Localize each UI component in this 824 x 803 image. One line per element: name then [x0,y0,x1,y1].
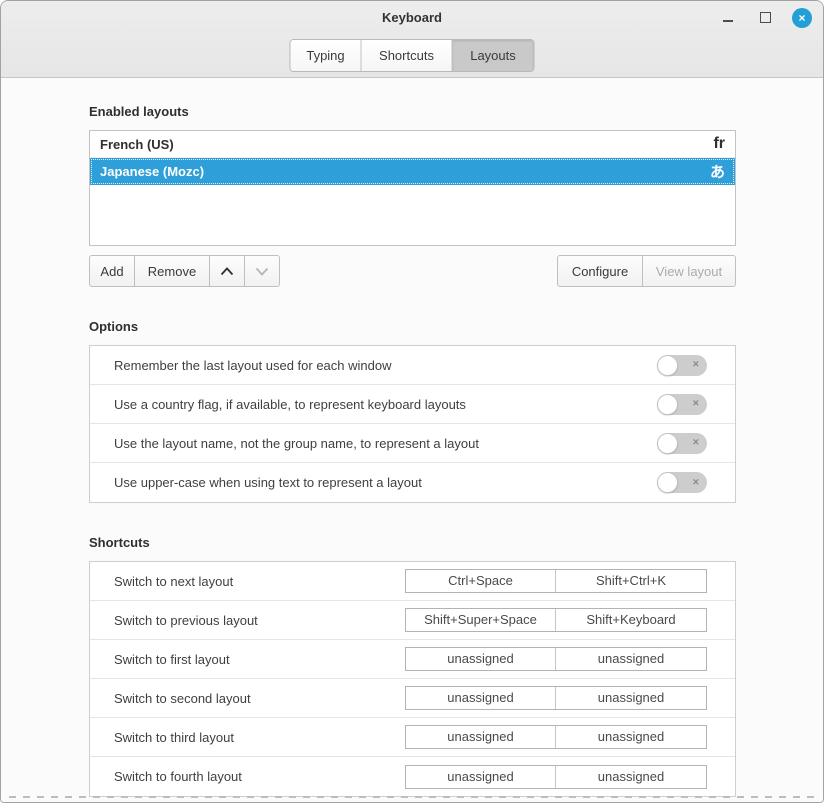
keybinding-button-2[interactable]: unassigned [556,726,706,748]
option-row-upper-case: Use upper-case when using text to repres… [90,463,735,502]
keybinding-group: unassigned unassigned [405,647,707,671]
shortcut-row-second-layout: Switch to second layout unassigned unass… [90,679,735,718]
toggle-knob [657,394,678,415]
tab-typing[interactable]: Typing [291,40,362,71]
country-flag-toggle[interactable]: × [657,394,707,415]
tab-layouts[interactable]: Layouts [453,40,534,71]
keybinding-button-2[interactable]: unassigned [556,648,706,670]
options-heading: Options [89,319,736,334]
keybinding-button-1[interactable]: unassigned [406,687,556,709]
maximize-icon [760,12,771,23]
tab-shortcuts[interactable]: Shortcuts [362,40,453,71]
layout-row-japanese-mozc[interactable]: Japanese (Mozc) あ [90,158,735,185]
configure-button[interactable]: Configure [557,255,643,287]
option-row-country-flag: Use a country flag, if available, to rep… [90,385,735,424]
shortcut-row-third-layout: Switch to third layout unassigned unassi… [90,718,735,757]
keybinding-group: unassigned unassigned [405,686,707,710]
view-layout-button[interactable]: View layout [642,255,736,287]
maximize-button[interactable] [755,8,775,28]
layout-edit-button-group: Add Remove [89,255,280,287]
toggle-knob [657,433,678,454]
layout-row-french[interactable]: French (US) fr [90,131,735,158]
shortcut-row-previous-layout: Switch to previous layout Shift+Super+Sp… [90,601,735,640]
option-label: Use upper-case when using text to repres… [114,475,422,490]
toggle-knob [657,355,678,376]
enabled-layouts-heading: Enabled layouts [89,104,736,119]
keybinding-group: Shift+Super+Space Shift+Keyboard [405,608,707,632]
layout-name: French (US) [100,137,174,152]
layout-list-toolbar: Add Remove Configure View layout [89,255,736,287]
shortcut-label: Switch to previous layout [114,613,258,628]
shortcut-row-first-layout: Switch to first layout unassigned unassi… [90,640,735,679]
keybinding-button-1[interactable]: Shift+Super+Space [406,609,556,631]
tab-switcher: Typing Shortcuts Layouts [290,39,535,72]
titlebar[interactable]: Keyboard × [1,1,823,34]
keyboard-settings-window: Keyboard × Typing Shortcuts Layouts Enab… [0,0,824,803]
option-label: Remember the last layout used for each w… [114,358,391,373]
add-layout-button[interactable]: Add [89,255,135,287]
minimize-button[interactable] [718,8,738,28]
window-header: Keyboard × Typing Shortcuts Layouts [1,1,823,78]
window-title: Keyboard [382,10,442,25]
remember-last-layout-toggle[interactable]: × [657,355,707,376]
toggle-off-icon: × [693,399,699,410]
shortcut-row-fourth-layout: Switch to fourth layout unassigned unass… [90,757,735,796]
shortcuts-heading: Shortcuts [89,535,736,550]
option-label: Use the layout name, not the group name,… [114,436,479,451]
upper-case-toggle[interactable]: × [657,472,707,493]
layouts-page: Enabled layouts French (US) fr Japanese … [1,78,823,802]
toggle-off-icon: × [693,477,699,488]
layout-name-toggle[interactable]: × [657,433,707,454]
shortcut-label: Switch to next layout [114,574,233,589]
toggle-off-icon: × [693,360,699,371]
layout-indicator-glyph: fr [713,135,725,153]
keybinding-button-2[interactable]: Shift+Ctrl+K [556,570,706,592]
keybinding-button-1[interactable]: unassigned [406,726,556,748]
close-icon: × [798,12,805,24]
shortcut-label: Switch to fourth layout [114,769,242,784]
options-panel: Remember the last layout used for each w… [89,345,736,503]
move-layout-up-button[interactable] [209,255,245,287]
option-row-layout-name: Use the layout name, not the group name,… [90,424,735,463]
keybinding-button-1[interactable]: unassigned [406,648,556,670]
toggle-off-icon: × [693,438,699,449]
chevron-up-icon [220,267,234,276]
shortcut-label: Switch to first layout [114,652,230,667]
keybinding-button-2[interactable]: unassigned [556,766,706,788]
window-controls: × [718,1,812,34]
toggle-knob [657,472,678,493]
option-label: Use a country flag, if available, to rep… [114,397,466,412]
shortcuts-panel: Switch to next layout Ctrl+Space Shift+C… [89,561,736,797]
keybinding-button-1[interactable]: unassigned [406,766,556,788]
layout-action-button-group: Configure View layout [557,255,736,287]
chevron-down-icon [255,267,269,276]
remove-layout-button[interactable]: Remove [134,255,210,287]
keybinding-group: Ctrl+Space Shift+Ctrl+K [405,569,707,593]
close-button[interactable]: × [792,8,812,28]
layout-name: Japanese (Mozc) [100,164,204,179]
layout-indicator-glyph: あ [710,161,725,182]
scroll-edge-dashed-line [9,796,815,798]
keybinding-group: unassigned unassigned [405,725,707,749]
keybinding-button-1[interactable]: Ctrl+Space [406,570,556,592]
minimize-icon [723,13,733,22]
keybinding-group: unassigned unassigned [405,765,707,789]
shortcut-row-next-layout: Switch to next layout Ctrl+Space Shift+C… [90,562,735,601]
enabled-layouts-list: French (US) fr Japanese (Mozc) あ [89,130,736,246]
move-layout-down-button[interactable] [244,255,280,287]
keybinding-button-2[interactable]: Shift+Keyboard [556,609,706,631]
option-row-remember-last-layout: Remember the last layout used for each w… [90,346,735,385]
shortcut-label: Switch to third layout [114,730,234,745]
keybinding-button-2[interactable]: unassigned [556,687,706,709]
shortcut-label: Switch to second layout [114,691,251,706]
